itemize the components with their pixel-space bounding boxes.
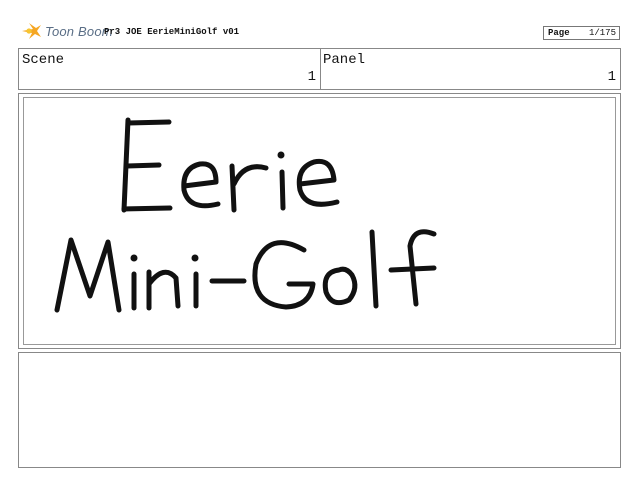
handwritten-title-drawing xyxy=(54,117,437,313)
storyboard-header: Toon Boom Pr3 JOE EerieMiniGolf v01 Page… xyxy=(0,0,640,46)
logo-text: Toon Boom xyxy=(45,23,113,39)
page-label: Page xyxy=(548,28,570,38)
scene-label: Scene xyxy=(22,52,65,68)
page-indicator: Page 1/175 xyxy=(543,26,620,40)
document-title: Pr3 JOE EerieMiniGolf v01 xyxy=(104,27,240,37)
scene-cell: Scene 1 xyxy=(19,49,321,89)
starburst-icon xyxy=(22,23,41,39)
toon-boom-logo: Toon Boom xyxy=(20,22,113,40)
page-number: 1/175 xyxy=(588,28,616,38)
panel-notes-area xyxy=(18,352,621,468)
panel-frame xyxy=(18,93,621,349)
scene-value: 1 xyxy=(307,69,316,85)
panel-cell: Panel 1 xyxy=(320,49,620,89)
panel-label: Panel xyxy=(323,52,366,68)
scene-panel-info: Scene 1 Panel 1 xyxy=(18,48,621,90)
panel-drawing xyxy=(23,97,616,345)
panel-value: 1 xyxy=(607,69,616,85)
